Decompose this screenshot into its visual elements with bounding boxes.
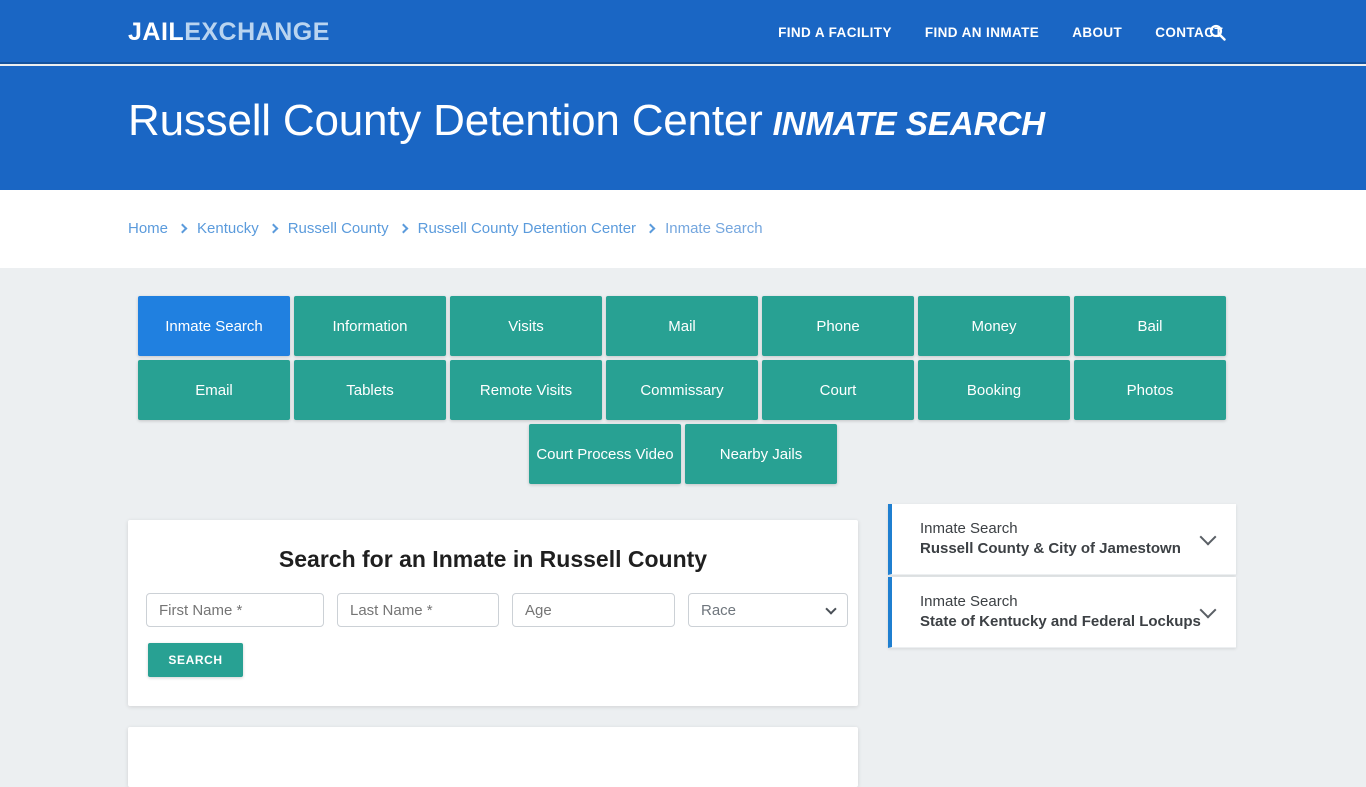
last-name-input[interactable]: [337, 593, 499, 627]
chevron-right-icon: [645, 223, 656, 234]
breadcrumb-item-russell-county[interactable]: Russell County: [288, 220, 389, 237]
page-title: Russell County Detention Center INMATE SE…: [128, 96, 1045, 146]
tab-nearby-jails[interactable]: Nearby Jails: [685, 424, 837, 484]
tab-court-process-video[interactable]: Court Process Video: [529, 424, 681, 484]
tab-court[interactable]: Court: [762, 360, 914, 420]
facility-section-tabs: Inmate Search Information Visits Mail Ph…: [138, 296, 1228, 488]
page-title-facility: Russell County Detention Center: [128, 96, 763, 145]
site-logo[interactable]: JAILEXCHANGE: [128, 18, 330, 47]
breadcrumb-band: Home Kentucky Russell County Russell Cou…: [0, 190, 1366, 268]
tab-money[interactable]: Money: [918, 296, 1070, 356]
page-title-section: INMATE SEARCH: [772, 105, 1046, 142]
accordion-title-line1: Inmate Search: [920, 592, 1018, 610]
tab-row-2: Email Tablets Remote Visits Commissary C…: [138, 360, 1228, 420]
search-card-title: Search for an Inmate in Russell County: [278, 546, 708, 572]
accordion-title-line2: State of Kentucky and Federal Lockups: [920, 612, 1201, 630]
logo-text-jail: JAIL: [128, 18, 185, 46]
search-form-row: Race: [146, 593, 858, 627]
tab-mail[interactable]: Mail: [606, 296, 758, 356]
tab-commissary[interactable]: Commissary: [606, 360, 758, 420]
page-hero-band: Russell County Detention Center INMATE SE…: [0, 66, 1366, 190]
search-button[interactable]: SEARCH: [148, 643, 243, 677]
race-select[interactable]: Race: [688, 593, 848, 627]
nav-search-button[interactable]: [1209, 0, 1226, 64]
nav-item-about[interactable]: ABOUT: [1072, 25, 1122, 40]
accordion-item-county-inmate-search[interactable]: Inmate Search Russell County & City of J…: [888, 504, 1236, 575]
primary-nav-links: FIND A FACILITY FIND AN INMATE ABOUT CON…: [778, 0, 1223, 64]
inmate-search-card: Search for an Inmate in Russell County R…: [128, 520, 858, 706]
secondary-results-card: [128, 727, 858, 787]
logo-text-exchange: EXCHANGE: [184, 18, 330, 46]
chevron-right-icon: [268, 223, 279, 234]
accordion-item-state-inmate-search[interactable]: Inmate Search State of Kentucky and Fede…: [888, 576, 1236, 648]
tab-row-3: Court Process Video Nearby Jails: [138, 424, 1228, 484]
breadcrumb-item-kentucky[interactable]: Kentucky: [197, 220, 259, 237]
nav-item-find-a-facility[interactable]: FIND A FACILITY: [778, 25, 892, 40]
nav-item-find-an-inmate[interactable]: FIND AN INMATE: [925, 25, 1039, 40]
first-name-input[interactable]: [146, 593, 324, 627]
top-navigation-bar: JAILEXCHANGE FIND A FACILITY FIND AN INM…: [0, 0, 1366, 64]
breadcrumb: Home Kentucky Russell County Russell Cou…: [128, 220, 763, 237]
tab-bail[interactable]: Bail: [1074, 296, 1226, 356]
accordion-title-line2: Russell County & City of Jamestown: [920, 539, 1181, 557]
breadcrumb-item-home[interactable]: Home: [128, 220, 168, 237]
search-icon: [1209, 24, 1226, 41]
tab-information[interactable]: Information: [294, 296, 446, 356]
chevron-right-icon: [398, 223, 409, 234]
tab-tablets[interactable]: Tablets: [294, 360, 446, 420]
chevron-right-icon: [177, 223, 188, 234]
breadcrumb-item-current: Inmate Search: [665, 220, 763, 237]
accordion-title-line1: Inmate Search: [920, 520, 1018, 537]
tab-phone[interactable]: Phone: [762, 296, 914, 356]
breadcrumb-item-facility[interactable]: Russell County Detention Center: [418, 220, 636, 237]
tab-remote-visits[interactable]: Remote Visits: [450, 360, 602, 420]
tab-photos[interactable]: Photos: [1074, 360, 1226, 420]
tab-inmate-search[interactable]: Inmate Search: [138, 296, 290, 356]
tab-visits[interactable]: Visits: [450, 296, 602, 356]
tab-row-1: Inmate Search Information Visits Mail Ph…: [138, 296, 1228, 356]
sidebar-accordion-panel: Inmate Search Russell County & City of J…: [888, 504, 1236, 648]
tab-email[interactable]: Email: [138, 360, 290, 420]
race-select-wrapper: Race: [688, 593, 848, 627]
age-input[interactable]: [512, 593, 675, 627]
tab-booking[interactable]: Booking: [918, 360, 1070, 420]
